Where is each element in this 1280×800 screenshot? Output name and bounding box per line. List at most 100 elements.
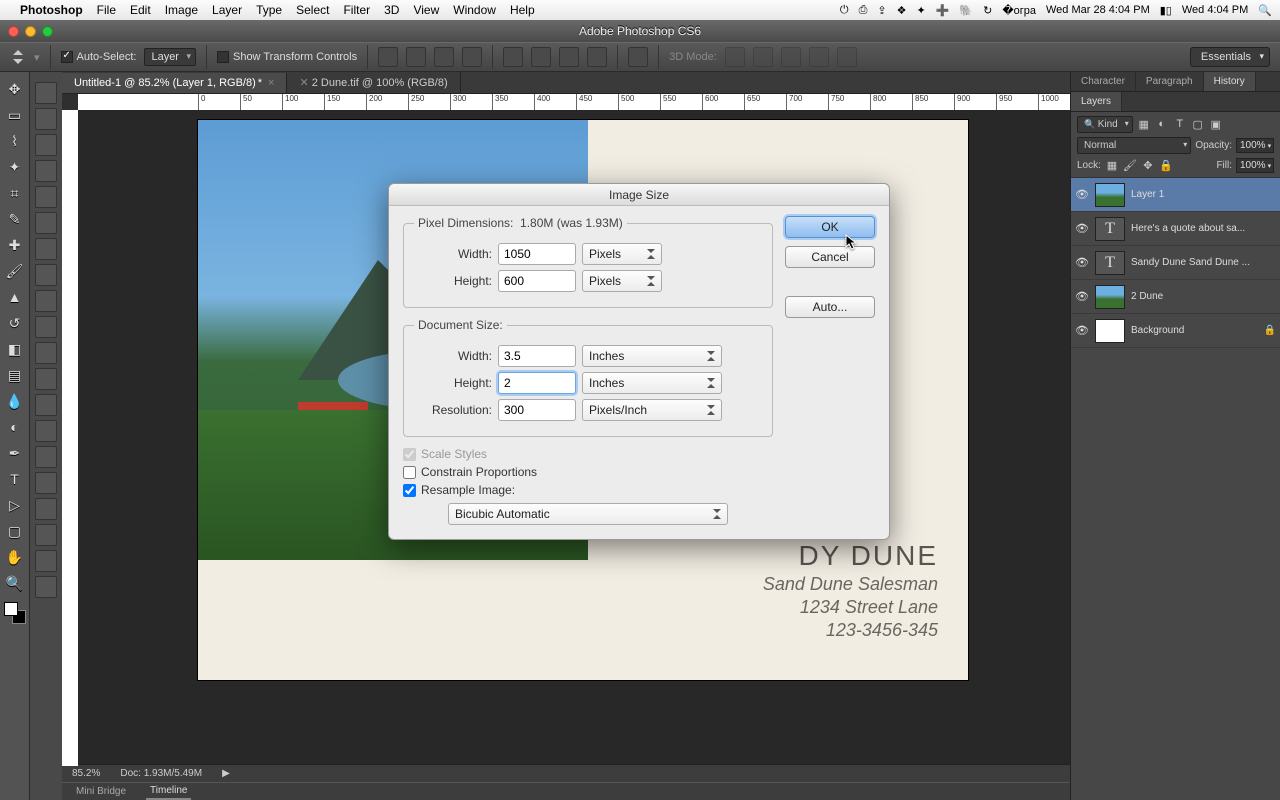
spotlight-icon[interactable]: 🔍: [1258, 4, 1272, 17]
dock-icon[interactable]: [35, 420, 57, 442]
align-icon[interactable]: [434, 47, 454, 67]
zoom-tool[interactable]: 🔍: [3, 571, 27, 595]
pixel-width-input[interactable]: [498, 243, 576, 265]
3d-icon[interactable]: [781, 47, 801, 67]
arrange-icon[interactable]: [628, 47, 648, 67]
tray-icon[interactable]: ➕: [936, 4, 950, 17]
minibridge-tab[interactable]: Mini Bridge: [72, 784, 130, 799]
timeline-tab[interactable]: Timeline: [146, 783, 191, 800]
path-select-tool[interactable]: ▷: [3, 493, 27, 517]
clock[interactable]: Wed Mar 28 4:04 PM: [1046, 4, 1150, 16]
status-menu-icon[interactable]: ▶: [222, 768, 230, 779]
menu-help[interactable]: Help: [510, 3, 535, 17]
dock-icon[interactable]: [35, 160, 57, 182]
doc-tab[interactable]: ✕ 2 Dune.tif @ 100% (RGB/8): [287, 72, 460, 93]
doc-info[interactable]: Doc: 1.93M/5.49M: [120, 768, 202, 779]
layer-name[interactable]: Sandy Dune Sand Dune ...: [1131, 257, 1276, 268]
visibility-icon[interactable]: 👁: [1075, 188, 1089, 201]
dock-icon[interactable]: [35, 342, 57, 364]
pixel-height-input[interactable]: [498, 270, 576, 292]
workspace-switcher[interactable]: Essentials: [1190, 47, 1270, 67]
dock-icon[interactable]: [35, 550, 57, 572]
align-icon[interactable]: [406, 47, 426, 67]
menu-edit[interactable]: Edit: [130, 3, 151, 17]
tray-icon[interactable]: ⏻: [840, 4, 849, 17]
resample-image-checkbox[interactable]: Resample Image:: [403, 483, 773, 497]
eraser-tool[interactable]: ◧: [3, 337, 27, 361]
distribute-icon[interactable]: [531, 47, 551, 67]
lock-pixels-icon[interactable]: 🖌: [1123, 159, 1137, 173]
auto-select-checkbox[interactable]: [61, 51, 73, 63]
lock-transparent-icon[interactable]: ▦: [1105, 159, 1119, 173]
tab-layers[interactable]: Layers: [1071, 92, 1122, 111]
resolution-unit[interactable]: Pixels/Inch: [582, 399, 722, 421]
dock-icon[interactable]: [35, 186, 57, 208]
zoom-level[interactable]: 85.2%: [72, 768, 100, 779]
filter-smart-icon[interactable]: ▣: [1209, 118, 1223, 132]
auto-select-target[interactable]: Layer: [144, 48, 196, 66]
doc-width-unit[interactable]: Inches: [582, 345, 722, 367]
3d-icon[interactable]: [809, 47, 829, 67]
3d-icon[interactable]: [725, 47, 745, 67]
auto-button[interactable]: Auto...: [785, 296, 875, 318]
hand-tool[interactable]: ✋: [3, 545, 27, 569]
lasso-tool[interactable]: ⌇: [3, 129, 27, 153]
resample-method[interactable]: Bicubic Automatic: [448, 503, 728, 525]
dock-icon[interactable]: [35, 576, 57, 598]
show-transform-checkbox[interactable]: [217, 51, 229, 63]
battery-icon[interactable]: ▮▯: [1160, 4, 1172, 17]
layer-filter-kind[interactable]: 🔍 Kind: [1077, 116, 1133, 133]
tray-icon[interactable]: ❖: [897, 4, 907, 17]
dock-icon[interactable]: [35, 446, 57, 468]
layer-name[interactable]: Layer 1: [1131, 189, 1276, 200]
layer-name[interactable]: 2 Dune: [1131, 291, 1276, 302]
doc-tab[interactable]: Untitled-1 @ 85.2% (Layer 1, RGB/8)*×: [62, 73, 287, 93]
3d-icon[interactable]: [753, 47, 773, 67]
distribute-icon[interactable]: [559, 47, 579, 67]
shape-tool[interactable]: ▢: [3, 519, 27, 543]
pixel-height-unit[interactable]: Pixels: [582, 270, 662, 292]
close-icon[interactable]: ×: [268, 77, 274, 89]
menu-window[interactable]: Window: [453, 3, 496, 17]
layer-row[interactable]: 👁 Layer 1: [1071, 178, 1280, 212]
dock-icon[interactable]: [35, 524, 57, 546]
dock-icon[interactable]: [35, 472, 57, 494]
marquee-tool[interactable]: ▭: [3, 103, 27, 127]
clock[interactable]: Wed 4:04 PM: [1182, 4, 1248, 16]
dock-icon[interactable]: [35, 82, 57, 104]
constrain-proportions-checkbox[interactable]: Constrain Proportions: [403, 465, 773, 479]
minimize-window[interactable]: [25, 26, 36, 37]
tab-history[interactable]: History: [1204, 72, 1256, 91]
filter-shape-icon[interactable]: ▢: [1191, 118, 1205, 132]
layer-row[interactable]: 👁THere's a quote about sa...: [1071, 212, 1280, 246]
layer-name[interactable]: Here's a quote about sa...: [1131, 223, 1276, 234]
doc-height-unit[interactable]: Inches: [582, 372, 722, 394]
menu-file[interactable]: File: [97, 3, 116, 17]
filter-adjust-icon[interactable]: ◐: [1155, 118, 1169, 132]
menu-filter[interactable]: Filter: [343, 3, 370, 17]
tab-character[interactable]: Character: [1071, 72, 1136, 91]
tray-icon[interactable]: ↻: [983, 4, 992, 17]
tray-icon[interactable]: ⇪: [877, 4, 886, 17]
menu-view[interactable]: View: [413, 3, 439, 17]
3d-icon[interactable]: [837, 47, 857, 67]
type-tool[interactable]: T: [3, 467, 27, 491]
opacity-value[interactable]: 100%: [1236, 138, 1274, 153]
dodge-tool[interactable]: ◐: [3, 415, 27, 439]
doc-height-input[interactable]: [498, 372, 576, 394]
tray-icon[interactable]: ✦: [917, 4, 926, 17]
visibility-icon[interactable]: 👁: [1075, 290, 1089, 303]
app-menu[interactable]: Photoshop: [20, 3, 83, 17]
align-icon[interactable]: [462, 47, 482, 67]
distribute-icon[interactable]: [503, 47, 523, 67]
menu-image[interactable]: Image: [165, 3, 198, 17]
stamp-tool[interactable]: ▲: [3, 285, 27, 309]
blend-mode[interactable]: Normal: [1077, 137, 1191, 154]
move-tool[interactable]: ✥: [3, 77, 27, 101]
filter-type-icon[interactable]: T: [1173, 118, 1187, 132]
layer-row[interactable]: 👁Background🔒: [1071, 314, 1280, 348]
heal-tool[interactable]: ✚: [3, 233, 27, 257]
history-brush-tool[interactable]: ↺: [3, 311, 27, 335]
brush-tool[interactable]: 🖌: [3, 259, 27, 283]
menu-3d[interactable]: 3D: [384, 3, 399, 17]
